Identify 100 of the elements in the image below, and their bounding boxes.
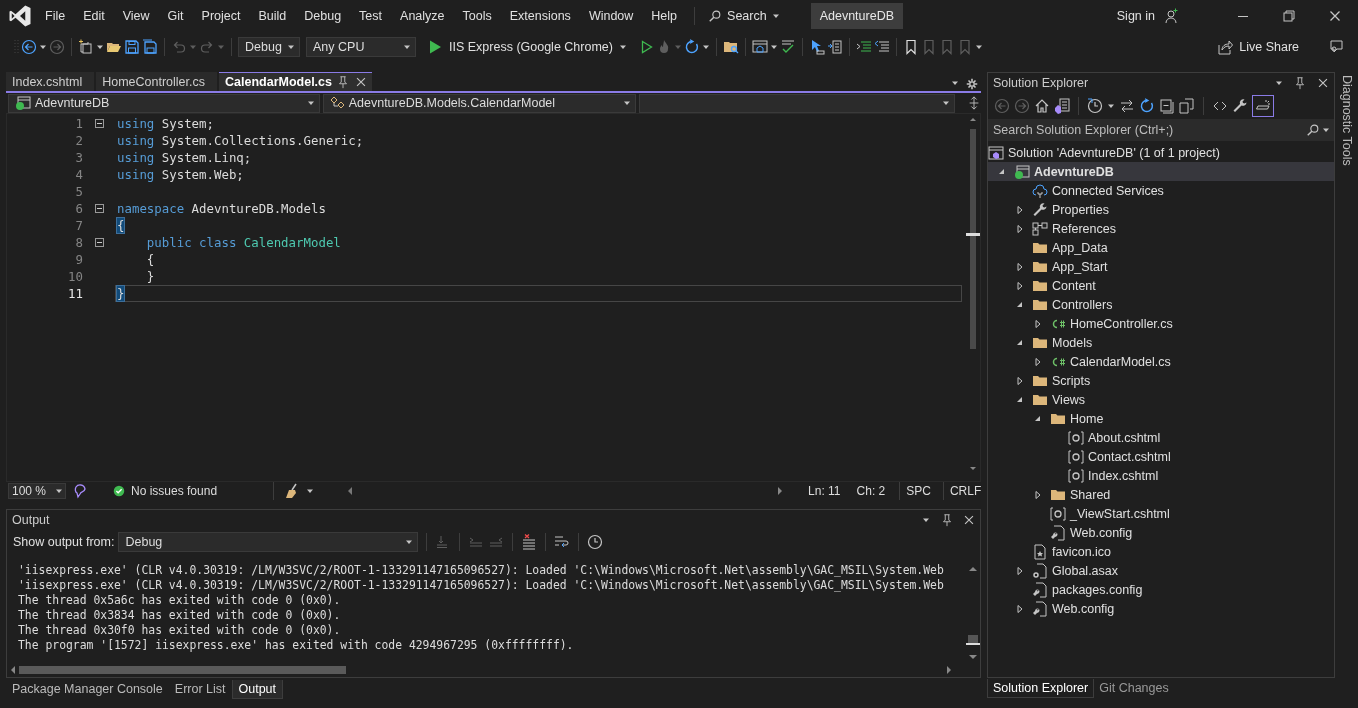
history-icon[interactable]	[1087, 98, 1103, 114]
indent-icon[interactable]	[855, 39, 872, 55]
menu-item[interactable]: Window	[579, 6, 643, 26]
document-icon[interactable]	[1054, 98, 1070, 114]
panel-tab[interactable]: Git Changes	[1094, 679, 1174, 697]
tree-item[interactable]: About.cshtml	[988, 428, 1334, 447]
editor-tab[interactable]: CalendarModel.cs	[219, 72, 372, 91]
feedback-icon[interactable]	[1328, 39, 1344, 55]
folder-search-icon[interactable]	[722, 39, 739, 55]
pin-icon[interactable]	[336, 75, 350, 89]
side-tab[interactable]: Diagnostic Tools	[1338, 72, 1356, 169]
spell-check-icon[interactable]	[779, 39, 796, 55]
menu-item[interactable]: Test	[350, 6, 392, 26]
tree-item[interactable]: favicon.ico	[988, 542, 1334, 561]
tree-item[interactable]: Scripts	[988, 371, 1334, 390]
issues-status[interactable]: No issues found	[112, 484, 218, 498]
collapse-all-icon[interactable]	[1159, 98, 1175, 114]
output-source-dropdown[interactable]: Debug	[118, 532, 419, 552]
tree-item[interactable]: Global.asax	[988, 561, 1334, 580]
platform-dropdown[interactable]: Any CPU	[306, 37, 416, 57]
live-share-button[interactable]: Live Share	[1214, 37, 1302, 57]
menu-item[interactable]: View	[113, 6, 159, 26]
tree-item[interactable]: CalendarModel.cs	[988, 352, 1334, 371]
tree-item[interactable]: Home	[988, 409, 1334, 428]
line-ending-indicator[interactable]: CRLF	[942, 482, 988, 500]
document-arrow-icon[interactable]	[826, 39, 843, 55]
tree-item[interactable]: Contact.cshtml	[988, 447, 1334, 466]
tree-item[interactable]: Connected Services	[988, 181, 1334, 200]
tree-item[interactable]: Views	[988, 390, 1334, 409]
gear-icon[interactable]	[965, 77, 979, 91]
pin-icon[interactable]	[940, 512, 954, 527]
whitespace-indicator[interactable]: SPC	[899, 482, 937, 500]
type-dropdown[interactable]: AdevntureDB.Models.CalendarModel	[322, 93, 637, 113]
editor-tab[interactable]: Index.cshtml	[6, 72, 95, 91]
copy-icon[interactable]	[1179, 98, 1195, 114]
pin-icon[interactable]	[1293, 76, 1307, 90]
tree-item[interactable]: References	[988, 219, 1334, 238]
save-icon[interactable]	[124, 39, 140, 55]
wrench-icon	[1032, 201, 1048, 218]
menu-item[interactable]: File	[36, 6, 75, 26]
collapse-icon[interactable]	[95, 238, 104, 247]
panel-tab[interactable]: Solution Explorer	[987, 678, 1095, 698]
search-icon	[1306, 123, 1320, 137]
menu-item[interactable]: Project	[192, 6, 250, 26]
collapse-icon[interactable]	[95, 119, 104, 128]
split-icon[interactable]	[967, 96, 981, 110]
zoom-dropdown[interactable]: 100 %	[8, 483, 66, 499]
menu-item[interactable]: Tools	[453, 6, 501, 26]
tree-item[interactable]: Properties	[988, 200, 1334, 219]
tree-item[interactable]: Web.config	[988, 523, 1334, 542]
tree-item[interactable]: _ViewStart.cshtml	[988, 504, 1334, 523]
tree-item[interactable]: Solution 'AdevntureDB' (1 of 1 project)	[988, 143, 1334, 162]
menu-item[interactable]: Build	[249, 6, 296, 26]
swirl-icon[interactable]	[72, 483, 88, 499]
sign-in-button[interactable]: Sign in	[1113, 6, 1182, 26]
search-field[interactable]: Search Solution Explorer (Ctrl+;)	[988, 119, 1334, 141]
menu-item[interactable]: Help	[642, 6, 687, 26]
clear-list-icon[interactable]	[521, 534, 538, 550]
configuration-dropdown[interactable]: Debug	[238, 37, 300, 57]
close-icon[interactable]	[354, 75, 368, 89]
back-icon[interactable]	[21, 39, 37, 55]
wrench-icon[interactable]	[1232, 98, 1248, 114]
home-icon[interactable]	[1034, 98, 1050, 114]
tree-item[interactable]: App_Start	[988, 257, 1334, 276]
clock-icon[interactable]	[587, 534, 604, 550]
refresh-icon[interactable]	[1139, 98, 1155, 114]
tree-item[interactable]: AdevntureDB	[988, 162, 1334, 181]
panel-tab[interactable]: Output	[231, 679, 284, 699]
tree-item[interactable]: Shared	[988, 485, 1334, 504]
refresh-icon[interactable]	[683, 39, 700, 55]
tree-item[interactable]: Content	[988, 276, 1334, 295]
tree-item[interactable]: Index.cshtml	[988, 466, 1334, 485]
tree-item[interactable]: Web.config	[988, 599, 1334, 618]
run-button[interactable]: IIS Express (Google Chrome)	[424, 37, 630, 57]
editor-tab[interactable]: HomeController.cs	[96, 72, 217, 91]
menu-item[interactable]: Analyze	[391, 6, 454, 26]
panel-tab[interactable]: Package Manager Console	[6, 680, 169, 698]
back-icon[interactable]	[994, 98, 1010, 114]
menu-item[interactable]: Git	[158, 6, 193, 26]
browser-window-icon[interactable]	[751, 39, 768, 55]
outdent-icon[interactable]	[873, 39, 890, 55]
tree-item[interactable]: Models	[988, 333, 1334, 352]
word-wrap-icon[interactable]	[554, 534, 571, 550]
search-button[interactable]: Search	[699, 5, 789, 27]
close-icon[interactable]	[1316, 76, 1330, 90]
project-dropdown[interactable]: AdevntureDB	[8, 93, 320, 113]
menu-item[interactable]: Edit	[74, 6, 114, 26]
new-project-icon[interactable]	[78, 39, 94, 55]
preview-toggle[interactable]	[1252, 95, 1274, 117]
menu-item[interactable]: Debug	[295, 6, 351, 26]
tree-item[interactable]: packages.config	[988, 580, 1334, 599]
menu-item[interactable]: Extensions	[500, 6, 580, 26]
tree-item[interactable]: Controllers	[988, 295, 1334, 314]
panel-tab[interactable]: Error List	[168, 680, 232, 698]
save-all-icon[interactable]	[142, 39, 158, 55]
collapse-icon[interactable]	[95, 204, 104, 213]
tree-item[interactable]: App_Data	[988, 238, 1334, 257]
tree-item[interactable]: HomeController.cs	[988, 314, 1334, 333]
cloud-icon	[1032, 182, 1048, 199]
sync-arrows-icon[interactable]	[1119, 98, 1135, 114]
